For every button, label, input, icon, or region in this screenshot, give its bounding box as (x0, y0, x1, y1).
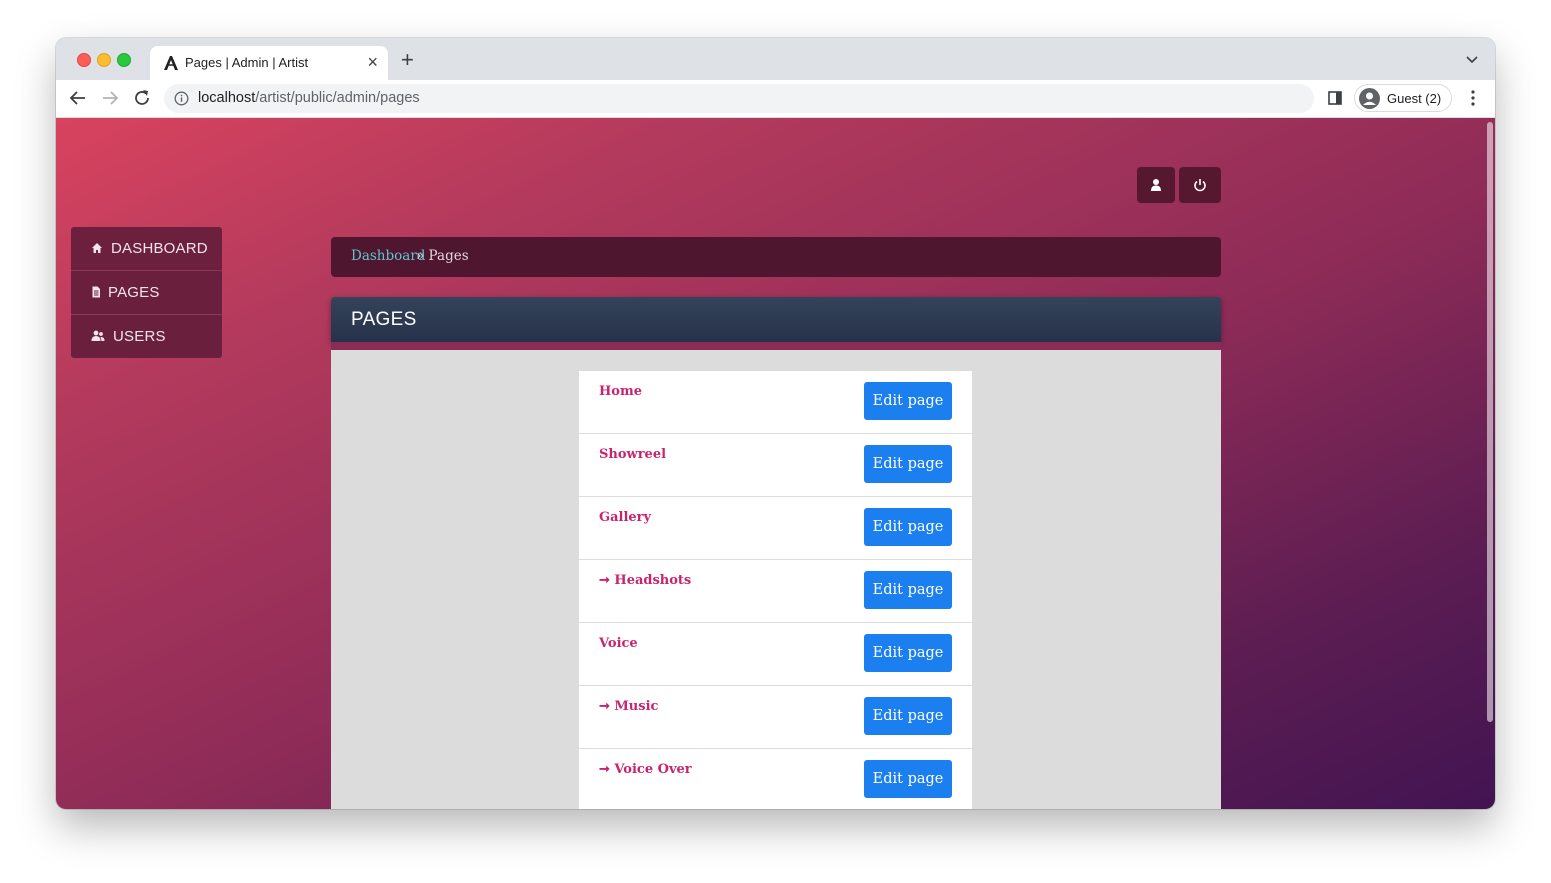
close-window-button[interactable] (77, 53, 91, 67)
url-text: localhost/artist/public/admin/pages (198, 90, 420, 106)
site-favicon-icon (164, 56, 178, 70)
account-button[interactable] (1137, 167, 1175, 203)
sidebar-item-label: DASHBOARD (111, 240, 208, 257)
back-arrow-icon[interactable] (68, 88, 88, 108)
sidebar-item-dashboard[interactable]: DASHBOARD (71, 227, 222, 271)
page-link-headshots[interactable]: ➞ Headshots (599, 573, 691, 588)
panel-body: Home Edit page Showreel Edit page Galler… (331, 350, 1221, 809)
list-item: ➞ Headshots Edit page (579, 560, 972, 623)
profile-button[interactable]: Guest (2) (1354, 84, 1452, 112)
pages-panel: PAGES Home Edit page Showreel Edit page … (331, 297, 1221, 809)
list-item: Showreel Edit page (579, 434, 972, 497)
browser-tab[interactable]: Pages | Admin | Artist × (150, 46, 388, 80)
page-link-music[interactable]: ➞ Music (599, 699, 658, 714)
edit-page-button[interactable]: Edit page (864, 571, 952, 609)
scrollbar[interactable] (1487, 122, 1493, 722)
edit-page-button[interactable]: Edit page (864, 634, 952, 672)
list-item: Home Edit page (579, 371, 972, 434)
chevron-down-icon[interactable] (1465, 52, 1479, 66)
pages-list: Home Edit page Showreel Edit page Galler… (579, 371, 972, 809)
tab-title: Pages | Admin | Artist (185, 55, 309, 70)
page-link-home[interactable]: Home (599, 384, 642, 399)
list-item: Gallery Edit page (579, 497, 972, 560)
page-link-gallery[interactable]: Gallery (599, 510, 651, 525)
browser-window: Pages | Admin | Artist × + localhost/art… (56, 38, 1495, 809)
url-host: localhost (198, 90, 256, 106)
profile-label: Guest (2) (1387, 91, 1442, 106)
panel-divider (331, 342, 1221, 350)
page-link-showreel[interactable]: Showreel (599, 447, 666, 462)
sidebar-item-pages[interactable]: PAGES (71, 271, 222, 315)
page-link-voice[interactable]: Voice (599, 636, 638, 651)
list-item: ➞ Voice Over Edit page (579, 749, 972, 809)
tab-close-icon[interactable]: × (367, 52, 378, 72)
breadcrumb-dashboard-link[interactable]: Dashboard (351, 248, 425, 264)
list-item: ➞ Music Edit page (579, 686, 972, 749)
tab-strip: Pages | Admin | Artist × + (56, 38, 1495, 80)
address-bar[interactable]: localhost/artist/public/admin/pages (164, 84, 1314, 113)
home-icon (92, 243, 102, 253)
url-path: /artist/public/admin/pages (255, 90, 420, 106)
info-icon[interactable] (174, 91, 189, 106)
list-item: Voice Edit page (579, 623, 972, 686)
browser-toolbar: localhost/artist/public/admin/pages Gues… (56, 80, 1495, 118)
page-link-voice-over[interactable]: ➞ Voice Over (599, 762, 692, 777)
logout-button[interactable] (1179, 167, 1221, 203)
edit-page-button[interactable]: Edit page (864, 508, 952, 546)
minimize-window-button[interactable] (97, 53, 111, 67)
breadcrumb-current: » Pages (416, 248, 469, 264)
new-tab-button[interactable]: + (401, 48, 414, 72)
kebab-menu-icon[interactable] (1466, 89, 1480, 107)
edit-page-button[interactable]: Edit page (864, 697, 952, 735)
document-icon (92, 286, 100, 298)
reload-icon[interactable] (132, 88, 152, 108)
side-panel-icon[interactable] (1328, 91, 1342, 105)
users-icon (91, 330, 105, 341)
maximize-window-button[interactable] (117, 53, 131, 67)
avatar-icon (1359, 88, 1380, 109)
power-icon (1194, 179, 1206, 192)
edit-page-button[interactable]: Edit page (864, 382, 952, 420)
sidebar-item-users[interactable]: USERS (71, 315, 222, 358)
sidebar-nav: DASHBOARD PAGES USERS (71, 227, 222, 358)
edit-page-button[interactable]: Edit page (864, 445, 952, 483)
page-content: DASHBOARD PAGES USERS Dashboard » Pages … (56, 118, 1495, 809)
page-title: PAGES (351, 309, 417, 330)
sidebar-item-label: PAGES (108, 284, 160, 301)
breadcrumb: Dashboard » Pages (331, 237, 1221, 277)
sidebar-item-label: USERS (113, 328, 166, 345)
forward-arrow-icon[interactable] (100, 88, 120, 108)
panel-header: PAGES (331, 297, 1221, 342)
user-icon (1151, 179, 1161, 191)
edit-page-button[interactable]: Edit page (864, 760, 952, 798)
